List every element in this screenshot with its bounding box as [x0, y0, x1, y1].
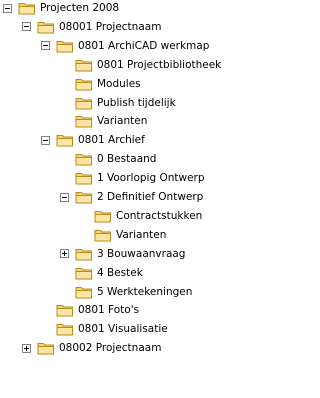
folder-icon — [94, 229, 111, 242]
folder-icon — [18, 3, 35, 15]
tree-node-label: 08002 Projectnaam — [59, 342, 162, 355]
tree-node-label: Projecten 2008 — [40, 2, 120, 14]
tree-node-label: 08001 Projectnaam — [59, 20, 162, 33]
minus-icon[interactable] — [22, 22, 31, 32]
minus-icon[interactable] — [41, 135, 50, 145]
minus-icon[interactable] — [60, 192, 69, 202]
tree-node-label: 0801 Foto's — [78, 304, 140, 317]
folder-icon — [75, 267, 92, 280]
minus-icon[interactable] — [3, 3, 12, 13]
tree-node-label: 3 Bouwaanvraag — [97, 247, 186, 260]
tree-node-label: 1 Voorlopig Ontwerp — [97, 172, 205, 185]
tree-node-0801-visualisatie[interactable]: 0801 Visualisatie — [41, 320, 168, 338]
folder-icon — [94, 210, 111, 223]
plus-icon[interactable] — [60, 249, 69, 259]
tree-node-08001-projectnaam[interactable]: 08001 Projectnaam — [22, 18, 161, 36]
tree-node-varianten[interactable]: Varianten — [60, 112, 147, 130]
tree-node-5-werktekeningen[interactable]: 5 Werktekeningen — [60, 283, 192, 301]
tree-node-label: 4 Bestek — [97, 266, 143, 279]
folder-icon — [56, 324, 73, 336]
tree-node-3-bouwaanvraag[interactable]: 3 Bouwaanvraag — [60, 245, 185, 263]
folder-icon — [37, 343, 54, 355]
tree-node-4-bestek[interactable]: 4 Bestek — [60, 264, 143, 282]
folder-icon — [75, 173, 92, 185]
tree-node-label: 2 Definitief Ontwerp — [97, 191, 204, 203]
tree-node-0801-foto-s[interactable]: 0801 Foto's — [41, 301, 139, 319]
tree-node-label: Varianten — [116, 228, 167, 241]
folder-icon — [56, 135, 73, 147]
folder-tree: Projecten 2008 08001 Projectnaam 0801 Arch… — [0, 0, 256, 398]
tree-node-label: 0801 Projectbibliotheek — [97, 58, 222, 71]
folder-icon — [56, 305, 73, 317]
tree-node-label: 0801 Archief — [78, 134, 145, 147]
tree-node-label: Varianten — [97, 115, 148, 128]
folder-icon — [37, 21, 54, 34]
tree-node-label: 0801 Visualisatie — [78, 323, 168, 336]
tree-node-varianten[interactable]: Varianten — [79, 226, 166, 244]
tree-node-modules[interactable]: Modules — [60, 75, 141, 93]
tree-node-label: 0 Bestaand — [97, 153, 157, 166]
folder-icon — [75, 154, 92, 166]
minus-icon[interactable] — [41, 41, 50, 51]
tree-node-08002-projectnaam[interactable]: 08002 Projectnaam — [22, 339, 161, 357]
folder-icon — [75, 78, 92, 91]
tree-node-0801-archicad-werkmap[interactable]: 0801 ArchiCAD werkmap — [41, 37, 209, 55]
tree-node-label: 0801 ArchiCAD werkmap — [78, 39, 210, 52]
tree-node-projecten-2008[interactable]: Projecten 2008 — [3, 0, 119, 17]
tree-node-label: Modules — [97, 77, 141, 90]
tree-node-0801-archief[interactable]: 0801 Archief — [41, 131, 145, 149]
plus-icon[interactable] — [22, 343, 31, 353]
folder-icon — [75, 97, 92, 109]
tree-node-label: Contractstukken — [116, 209, 203, 222]
tree-node-0-bestaand[interactable]: 0 Bestaand — [60, 150, 156, 168]
tree-node-label: 5 Werktekeningen — [97, 285, 193, 298]
tree-node-publish-tijdelijk[interactable]: Publish tijdelijk — [60, 94, 176, 112]
tree-node-label: Publish tijdelijk — [97, 96, 176, 109]
folder-icon — [56, 40, 73, 53]
tree-node-2-definitief-ontwerp[interactable]: 2 Definitief Ontwerp — [60, 188, 203, 206]
folder-icon — [75, 116, 92, 128]
tree-node-contractstukken[interactable]: Contractstukken — [79, 207, 202, 225]
folder-icon — [75, 192, 92, 204]
folder-icon — [75, 248, 92, 261]
folder-icon — [75, 59, 92, 72]
folder-icon — [75, 286, 92, 298]
tree-node-1-voorlopig-ontwerp[interactable]: 1 Voorlopig Ontwerp — [60, 169, 205, 187]
tree-node-0801-projectbibliotheek[interactable]: 0801 Projectbibliotheek — [60, 56, 221, 74]
